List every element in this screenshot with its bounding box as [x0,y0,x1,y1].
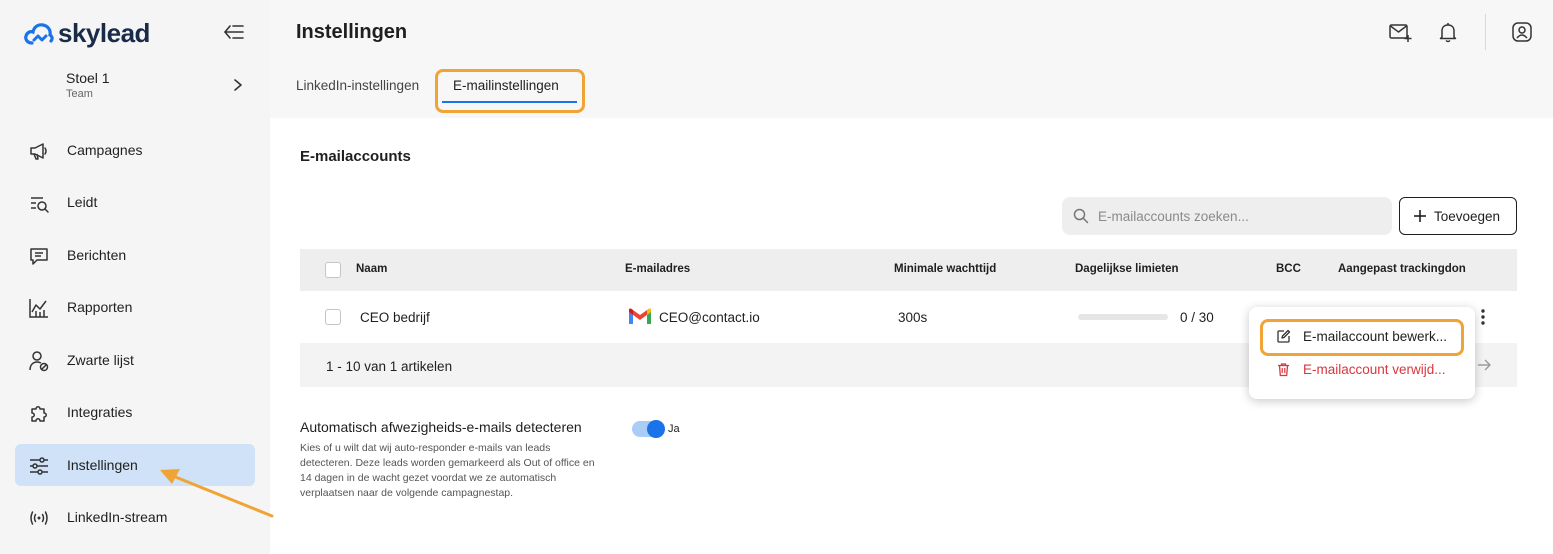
mail-add-icon[interactable] [1388,20,1412,44]
team-name: Stoel 1 [66,70,110,86]
puzzle-icon [31,406,47,422]
collapse-icon [224,25,244,39]
more-vertical-icon[interactable] [1476,307,1490,327]
cloud-logo-icon [24,22,54,45]
tab-highlight-annotation [435,69,585,113]
message-icon [30,248,48,265]
page-title: Instellingen [296,21,408,43]
page-header: Instellingen LinkedIn-instellingen E-mai… [270,0,1553,118]
column-header-custom-tracking[interactable]: Aangepast trackingdon [1338,263,1493,275]
pagination-summary: 1 - 10 van 1 artikelen [326,359,453,374]
blacklist-user-icon [29,351,49,372]
search-icon [1073,208,1089,224]
collapse-sidebar-button[interactable] [222,22,246,42]
auto-detect-description: Kies of u wilt dat wij auto-responder e-… [300,442,595,499]
sidebar-item-label: Leidt [67,194,98,210]
add-email-account-button[interactable]: Toevoegen [1399,197,1517,235]
column-header-bcc[interactable]: BCC [1276,263,1301,275]
bell-icon[interactable] [1436,20,1460,44]
user-profile-icon[interactable] [1510,20,1534,44]
arrow-right-icon[interactable] [1476,357,1492,373]
sidebar-item-label: Berichten [67,247,127,263]
sidebar-item-leidt[interactable]: Leidt [15,181,255,223]
row-checkbox[interactable] [325,309,341,325]
section-title: E-mailaccounts [300,148,411,165]
sliders-icon [30,457,48,475]
chart-icon [29,299,48,318]
select-all-checkbox[interactable] [325,262,341,278]
chevron-right-icon [234,79,242,91]
plus-icon [1414,210,1426,222]
table-header: Naam E-mailadres Minimale wachttijd Dage… [300,249,1517,291]
account-name: CEO bedrijf [360,310,430,325]
add-button-label: Toevoegen [1434,209,1501,224]
header-divider [1485,14,1486,50]
daily-limit-value: 0 / 30 [1180,310,1214,325]
lead-search-icon [31,197,49,213]
sidebar-item-label: Zwarte lijst [67,352,134,368]
sidebar-item-zwarte-lijst[interactable]: Zwarte lijst [15,339,255,381]
auto-detect-toggle-label: Ja [668,423,680,435]
broadcast-icon [30,511,48,525]
team-switcher[interactable]: Stoel 1 Team [66,70,246,100]
auto-detect-toggle[interactable] [632,420,665,438]
sidebar-item-berichten[interactable]: Berichten [15,234,255,276]
team-role: Team [66,88,93,100]
sidebar-item-rapporten[interactable]: Rapporten [15,286,255,328]
column-header-name[interactable]: Naam [356,263,387,275]
toggle-knob [647,420,665,438]
search-input[interactable] [1098,197,1383,235]
sidebar-item-label: Rapporten [67,299,133,315]
logo[interactable]: skylead [24,18,150,49]
logo-text: skylead [58,18,150,48]
delete-email-account-menu-item[interactable]: E-mailaccount verwijd... [1249,354,1475,386]
min-wait-value: 300s [898,310,928,325]
column-header-min-wait[interactable]: Minimale wachttijd [894,263,996,275]
sidebar-item-campagnes[interactable]: Campagnes [15,129,255,171]
delete-menu-label: E-mailaccount verwijd... [1303,362,1446,377]
gmail-icon [629,308,651,324]
trash-icon [1278,363,1289,377]
sidebar-item-label: Instellingen [67,457,138,473]
search-box [1062,197,1392,235]
tab-linkedin-settings[interactable]: LinkedIn-instellingen [296,78,419,93]
sidebar-item-label: Campagnes [67,142,143,158]
annotation-arrow-icon [160,469,274,518]
menu-highlight-annotation [1260,319,1464,356]
column-header-daily-limits[interactable]: Dagelijkse limieten [1075,263,1179,275]
sidebar-item-integraties[interactable]: Integraties [15,391,255,433]
column-header-email[interactable]: E-mailadres [625,263,690,275]
megaphone-icon [30,143,47,160]
account-email: CEO@contact.io [659,310,760,325]
daily-limit-progress [1078,314,1168,320]
sidebar-item-label: Integraties [67,404,133,420]
auto-detect-title: Automatisch afwezigheids-e-mails detecte… [300,419,582,435]
